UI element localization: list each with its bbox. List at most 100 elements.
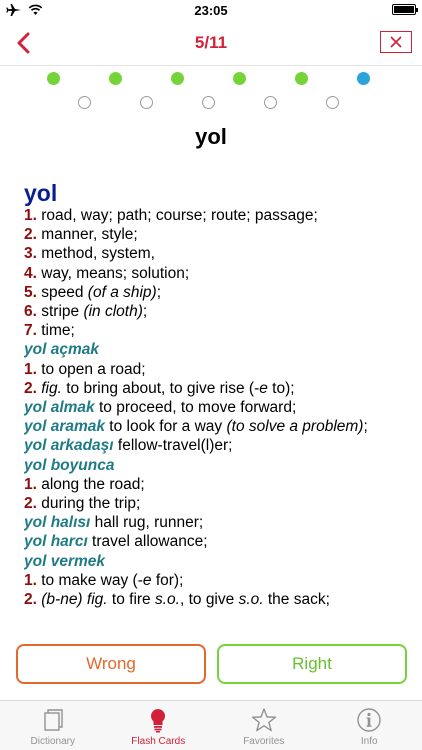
usage-note: (b-ne) fig.: [41, 591, 108, 609]
sense-text: travel allowance;: [87, 533, 208, 551]
idiom-phrase: yol almak: [24, 399, 95, 417]
sense-number: 2.: [24, 379, 37, 397]
tab-info[interactable]: Info: [317, 701, 422, 750]
sense-text: to make way (-: [36, 571, 143, 589]
usage-note: (of a ship): [87, 283, 157, 301]
sense-number: 1.: [24, 571, 37, 589]
entry-line: yol harcı travel allowance;: [24, 532, 402, 551]
entry-line: 1. road, way; path; course; route; passa…: [24, 206, 402, 225]
sense-text: to open a road;: [36, 360, 146, 378]
entry-line: 2. fig. to bring about, to give rise (-e…: [24, 379, 402, 398]
entry-line: yol halısı hall rug, runner;: [24, 513, 402, 532]
sense-text: during the trip;: [36, 495, 141, 513]
status-time: 23:05: [194, 3, 228, 18]
sense-text: ;: [142, 303, 148, 321]
close-icon: [390, 36, 402, 48]
entry-line: 1. to open a road;: [24, 360, 402, 379]
entry-line: yol almak to proceed, to move forward;: [24, 398, 402, 417]
idiom-phrase: yol halısı: [24, 514, 91, 532]
entry-line: yol arkadaşı fellow-travel(l)er;: [24, 436, 402, 455]
tab-label: Dictionary: [30, 736, 75, 747]
tab-label: Flash Cards: [131, 736, 186, 747]
progress-dot-done: [295, 72, 308, 85]
tab-flash-cards[interactable]: Flash Cards: [106, 701, 212, 750]
entry-line: 4. way, means; solution;: [24, 264, 402, 283]
progress-dot-pending: [78, 96, 91, 109]
entry-line: 2. (b-ne) fig. to fire s.o., to give s.o…: [24, 590, 402, 609]
sense-text: way, means; solution;: [36, 264, 190, 282]
headword: yol: [195, 124, 227, 149]
entry-headword: yol: [24, 180, 58, 206]
progress-dot-pending: [326, 96, 339, 109]
usage-note: e: [142, 571, 152, 589]
status-bar: 23:05: [0, 0, 422, 20]
sense-number: 2.: [24, 591, 37, 609]
sense-number: 7.: [24, 322, 37, 340]
idiom-phrase: yol vermek: [24, 552, 105, 570]
sense-text: to proceed, to move forward;: [94, 399, 297, 417]
idiom-phrase: yol açmak: [24, 341, 99, 359]
sense-number: 5.: [24, 283, 37, 301]
sense-text: ;: [156, 283, 162, 301]
progress-dot-current: [357, 72, 370, 85]
tab-label: Favorites: [243, 736, 285, 747]
sense-text: road, way; path; course; route; passage;: [36, 207, 318, 224]
progress-dot-pending: [202, 96, 215, 109]
right-button[interactable]: Right: [217, 644, 407, 684]
info-icon: [357, 708, 381, 732]
entry-senses: 1. road, way; path; course; route; passa…: [24, 206, 402, 609]
idiom-phrase: yol boyunca: [24, 456, 115, 474]
progress-dot-pending: [140, 96, 153, 109]
sense-text: ;: [363, 418, 368, 436]
sense-number: 1.: [24, 360, 37, 378]
usage-note: s.o.: [154, 591, 180, 609]
entry-line: 3. method, system,: [24, 244, 402, 263]
usage-note: e: [259, 379, 268, 397]
sense-text: along the road;: [36, 475, 145, 493]
progress-dot-done: [233, 72, 246, 85]
card-counter: 5/11: [194, 33, 228, 52]
entry-line: yol vermek: [24, 552, 402, 571]
progress-dot-done: [171, 72, 184, 85]
entry-line: 1. to make way (-e for);: [24, 571, 402, 590]
sense-text: for);: [151, 571, 184, 589]
sense-text: method, system,: [36, 245, 155, 263]
sense-text: to look for a way: [105, 418, 227, 436]
entry-line: 7. time;: [24, 321, 402, 340]
definition-text: yol 1. road, way; path; course; route; p…: [24, 180, 402, 630]
sense-text: hall rug, runner;: [90, 514, 204, 532]
entry-line: 1. along the road;: [24, 475, 402, 494]
sense-text: to);: [267, 379, 295, 397]
usage-note: (in cloth): [83, 303, 143, 321]
tab-dictionary[interactable]: Dictionary: [0, 701, 106, 750]
entry-line: 2. during the trip;: [24, 494, 402, 513]
sense-number: 1.: [24, 207, 37, 224]
close-button[interactable]: [380, 31, 412, 53]
tab-favorites[interactable]: Favorites: [211, 701, 317, 750]
tab-bar: Dictionary Flash Cards Favorites Info: [0, 700, 422, 750]
idiom-phrase: yol aramak: [24, 418, 105, 436]
sense-text: manner, style;: [36, 226, 138, 244]
sense-text: fellow-travel(l)er;: [113, 437, 233, 455]
idiom-phrase: yol arkadaşı: [24, 437, 114, 455]
sense-text: speed: [36, 283, 88, 301]
entry-line: 6. stripe (in cloth);: [24, 302, 402, 321]
sense-number: 2.: [24, 226, 37, 244]
battery-icon: [392, 4, 418, 15]
wrong-button[interactable]: Wrong: [16, 644, 206, 684]
idiom-phrase: yol harcı: [24, 533, 88, 551]
entry-line: 5. speed (of a ship);: [24, 283, 402, 302]
entry-line: yol boyunca: [24, 456, 402, 475]
sense-number: 4.: [24, 264, 37, 282]
usage-note: (to solve a problem): [226, 418, 364, 436]
sense-number: 1.: [24, 475, 37, 493]
navigation-bar: 5/11: [0, 20, 422, 66]
sense-text: , to give: [179, 591, 239, 609]
progress-dot-pending: [264, 96, 277, 109]
usage-note: s.o.: [238, 591, 264, 609]
progress-dot-done: [109, 72, 122, 85]
entry-line: 2. manner, style;: [24, 225, 402, 244]
lightbulb-icon: [151, 708, 166, 733]
sense-text: to bring about, to give rise (-: [61, 379, 260, 397]
dictionary-icon: [44, 709, 63, 731]
